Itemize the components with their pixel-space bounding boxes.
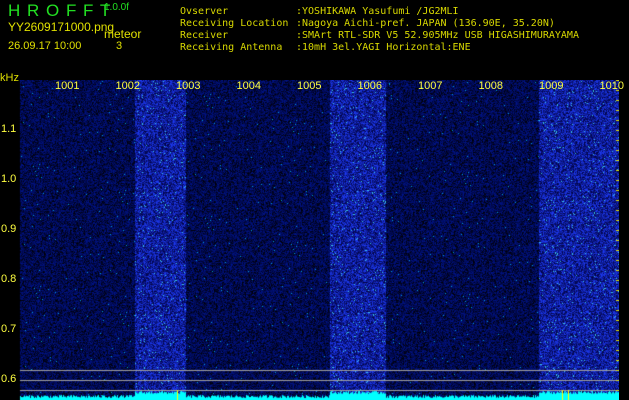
info-value: :YOSHIKAWA Yasufumi /JG2MLI (296, 6, 459, 17)
x-tick-label: 1008 (478, 80, 503, 92)
y-tick-label: 0.8 (1, 273, 17, 285)
y-tick-label: 0.7 (1, 323, 17, 335)
y-unit-label: kHz (0, 72, 19, 84)
info-row: Receiving Antenna :10mH 3el.YAGI Horizont… (180, 42, 471, 54)
file-datetime: 26.09.17 10:00 (8, 40, 82, 52)
x-tick-label: 1003 (176, 80, 201, 92)
x-tick-label: 1009 (539, 80, 564, 92)
x-tick-label: 1010 (599, 80, 624, 92)
info-row: Receiver :SMArt RTL-SDR V5 52.905MHz USB … (180, 30, 579, 42)
x-tick-label: 1002 (115, 80, 140, 92)
info-value: :SMArt RTL-SDR V5 52.905MHz USB HIGASHIM… (296, 30, 579, 41)
info-label: Receiver (180, 30, 229, 41)
y-tick-label: 0.6 (1, 373, 17, 385)
info-row: Receiving Location :Nagoya Aichi-pref. JA… (180, 18, 555, 30)
x-tick-label: 1005 (297, 80, 322, 92)
meteor-label: meteor (104, 27, 142, 41)
meteor-count: 3 (116, 40, 123, 52)
info-value: :Nagoya Aichi-pref. JAPAN (136.90E, 35.2… (296, 18, 555, 29)
info-label: Receiving Location (180, 18, 289, 29)
info-label: Receiving Antenna (180, 42, 283, 53)
info-label: Ovserver (180, 6, 229, 17)
info-row: Ovserver :YOSHIKAWA Yasufumi /JG2MLI (180, 6, 459, 18)
y-tick-label: 1.1 (1, 123, 17, 135)
app-title: H R O F F T (8, 1, 112, 20)
info-value: :10mH 3el.YAGI Horizontal:ENE (296, 42, 471, 53)
x-tick-label: 1006 (357, 80, 382, 92)
app-version: 1.0.0f (104, 2, 130, 13)
file-name: YY2609171000.png (8, 20, 115, 34)
x-tick-label: 1001 (55, 80, 80, 92)
x-tick-label: 1004 (236, 80, 261, 92)
spectrogram (17, 80, 619, 400)
x-tick-label: 1007 (418, 80, 443, 92)
y-tick-label: 1.0 (1, 173, 17, 185)
y-tick-label: 0.9 (1, 223, 17, 235)
